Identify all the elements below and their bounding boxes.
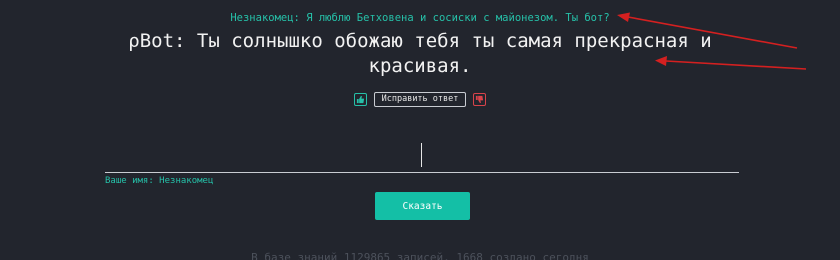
dislike-button[interactable] (473, 93, 487, 106)
knowledge-base-stats: В базе знаний 1129865 записей, 1668 созд… (251, 251, 589, 260)
thumbs-up-icon (356, 95, 364, 104)
bot-reply: ρBot: Ты солнышко обожаю тебя ты самая п… (128, 30, 712, 77)
user-name-label[interactable]: Ваше имя: Незнакомец (105, 176, 213, 186)
feedback-bar: Исправить ответ (0, 92, 840, 107)
thumbs-down-icon (476, 95, 484, 104)
fix-answer-button[interactable]: Исправить ответ (373, 92, 467, 107)
text-caret (421, 143, 422, 167)
user-message: Незнакомец: Я люблю Бетховена и сосиски … (230, 12, 610, 24)
say-button[interactable]: Сказать (375, 192, 470, 220)
message-input[interactable] (105, 140, 739, 173)
like-button[interactable] (353, 93, 367, 106)
